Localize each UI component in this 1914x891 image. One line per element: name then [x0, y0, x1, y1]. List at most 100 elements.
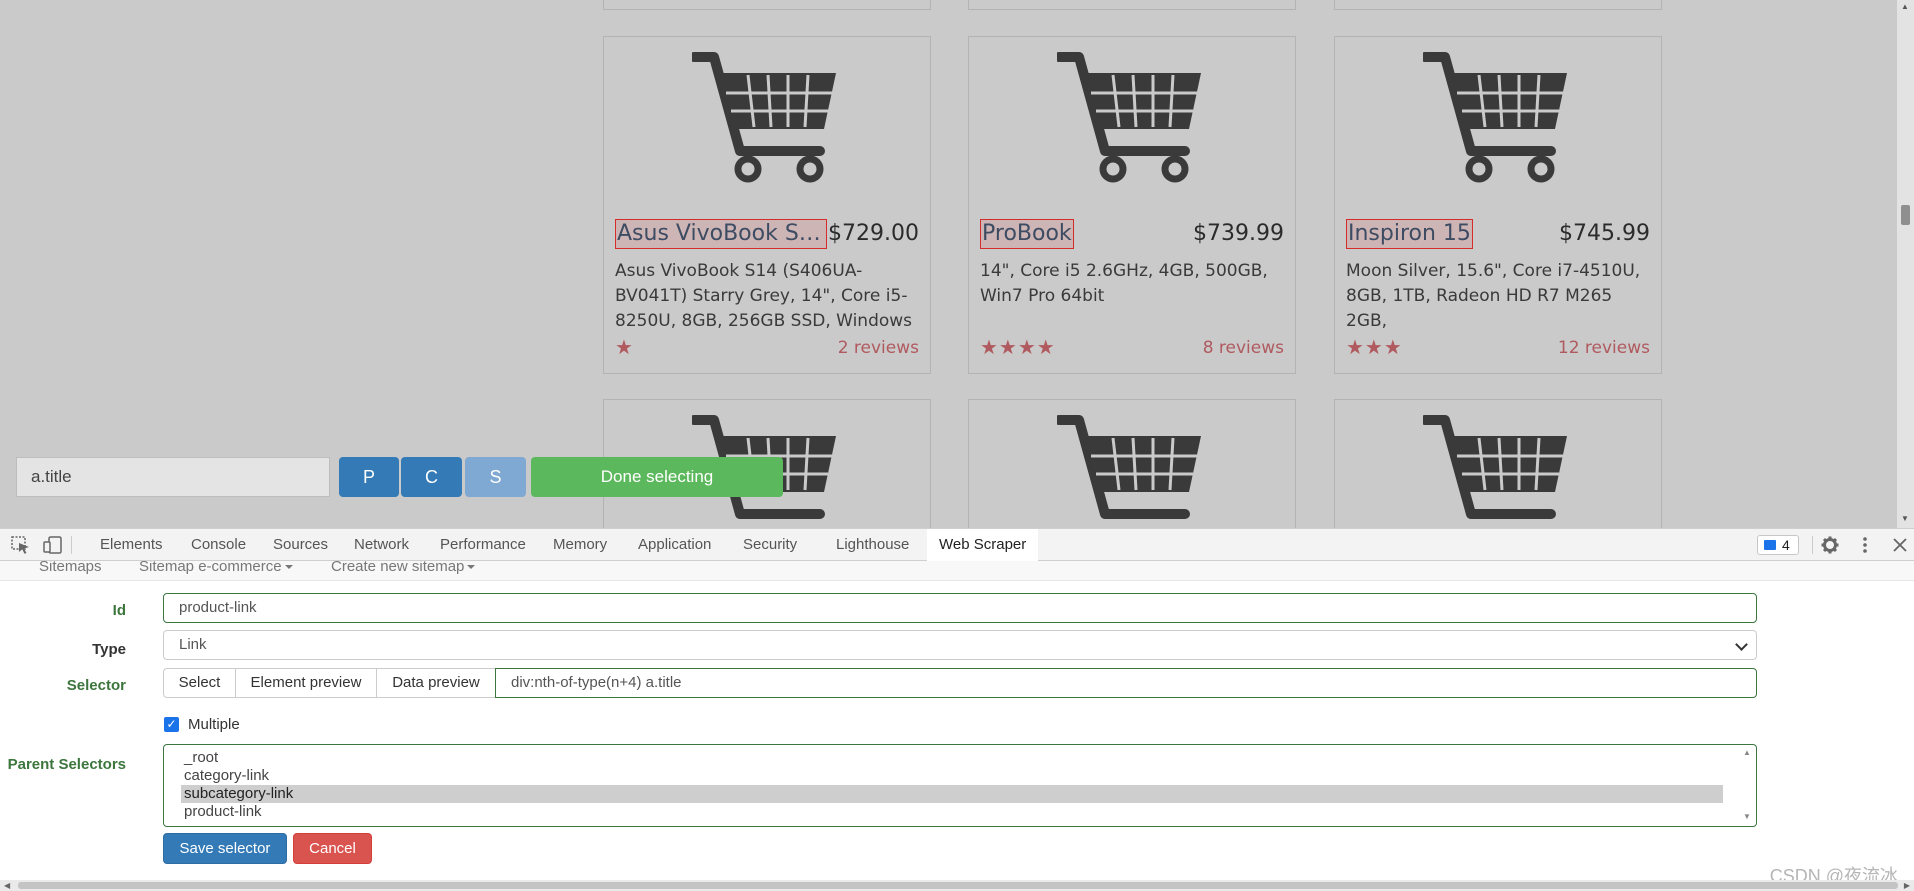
parent-option[interactable]: product-link: [181, 803, 1723, 821]
shopping-cart-icon: [1423, 415, 1567, 519]
multiple-checkbox[interactable]: ✓: [164, 717, 179, 732]
tab-application[interactable]: Application: [626, 529, 723, 561]
review-count: 12 reviews: [1557, 338, 1650, 358]
cancel-button[interactable]: Cancel: [293, 833, 372, 864]
nav-sitemap-menu[interactable]: Sitemap e-commerce: [139, 561, 293, 575]
parent-option[interactable]: _root: [181, 749, 1723, 767]
tab-console[interactable]: Console: [179, 529, 258, 561]
done-selecting-button[interactable]: Done selecting: [531, 457, 783, 497]
product-card: Inspiron 15 $745.99 Moon Silver, 15.6", …: [1334, 36, 1662, 374]
tab-lighthouse[interactable]: Lighthouse: [824, 529, 921, 561]
scroll-up-arrow-icon[interactable]: ▲: [1743, 748, 1751, 757]
selector-label: Selector: [66, 677, 126, 694]
issues-badge[interactable]: 4: [1757, 535, 1799, 555]
product-title-link[interactable]: Asus VivoBook S1...: [615, 219, 827, 249]
save-selector-button[interactable]: Save selector: [163, 833, 287, 864]
card-title-row: Inspiron 15 $745.99: [1346, 219, 1650, 249]
horizontal-scrollbar[interactable]: ◀ ▶: [0, 880, 1914, 891]
toolbar-divider: [71, 536, 72, 554]
selector-field[interactable]: div:nth-of-type(n+4) a.title: [495, 668, 1757, 698]
rating-stars: ★: [615, 337, 634, 359]
review-count: 2 reviews: [837, 338, 919, 358]
product-card-partial: [1334, 0, 1662, 10]
product-card: ProBook $739.99 14", Core i5 2.6GHz, 4GB…: [968, 36, 1296, 374]
tab-network[interactable]: Network: [342, 529, 421, 561]
tab-web-scraper[interactable]: Web Scraper: [927, 529, 1039, 561]
scroll-down-arrow-icon[interactable]: ▼: [1743, 812, 1751, 821]
parent-option-selected[interactable]: subcategory-link: [181, 785, 1723, 803]
caret-down-icon: [284, 565, 293, 570]
listbox-scrollbar[interactable]: ▲ ▼: [1741, 748, 1753, 823]
caret-down-icon: [467, 565, 476, 570]
scroll-down-arrow-icon[interactable]: ▼: [1901, 514, 1909, 523]
product-card-partial: [1334, 399, 1662, 528]
select-child-button[interactable]: C: [401, 457, 462, 497]
shopping-cart-icon: [1057, 415, 1201, 519]
nav-sitemap-menu-label: Sitemap e-commerce: [139, 561, 282, 575]
scroll-right-arrow-icon[interactable]: ▶: [1904, 881, 1910, 890]
select-element-button[interactable]: Select: [163, 668, 236, 698]
data-preview-button[interactable]: Data preview: [376, 668, 496, 698]
product-card-partial: [968, 399, 1296, 528]
parent-selectors-listbox[interactable]: _root category-link subcategory-link pro…: [163, 744, 1757, 827]
selector-input-group: Select Element preview Data preview div:…: [163, 668, 1757, 698]
message-icon: [1764, 540, 1776, 550]
web-page-viewport: Asus VivoBook S1... $729.00 Asus VivoBoo…: [0, 0, 1914, 528]
scrollbar-thumb[interactable]: [18, 882, 1898, 889]
selection-toolbar: a.title P C S Done selecting: [12, 453, 787, 502]
scroll-up-arrow-icon[interactable]: ▲: [1901, 2, 1909, 11]
type-select[interactable]: Link: [163, 630, 1757, 660]
parent-selectors-label: Parent Selectors: [7, 756, 126, 773]
parent-option[interactable]: category-link: [181, 767, 1723, 785]
device-toggle-icon[interactable]: [43, 536, 63, 554]
card-title-row: Asus VivoBook S1... $729.00: [615, 219, 919, 249]
tab-security[interactable]: Security: [731, 529, 809, 561]
rating-stars: ★★★: [1346, 337, 1403, 359]
product-title-link[interactable]: Inspiron 15: [1346, 219, 1473, 249]
id-field[interactable]: product-link: [163, 593, 1757, 623]
close-icon[interactable]: [1890, 536, 1910, 554]
card-title-row: ProBook $739.99: [980, 219, 1284, 249]
select-sibling-button[interactable]: S: [465, 457, 526, 497]
element-preview-button[interactable]: Element preview: [235, 668, 377, 698]
issues-count: 4: [1782, 537, 1790, 553]
web-scraper-panel: Sitemaps Sitemap e-commerce Create new s…: [0, 561, 1914, 891]
tab-performance[interactable]: Performance: [428, 529, 538, 561]
tab-sources[interactable]: Sources: [261, 529, 340, 561]
tab-elements[interactable]: Elements: [88, 529, 175, 561]
review-count: 8 reviews: [1202, 338, 1284, 358]
rating-stars: ★★★★: [980, 337, 1056, 359]
nav-create-sitemap[interactable]: Create new sitemap: [331, 561, 476, 575]
product-price: $729.00: [828, 221, 919, 246]
selected-css-selector-input[interactable]: a.title: [16, 457, 330, 497]
select-parent-button[interactable]: P: [339, 457, 399, 497]
product-price: $745.99: [1559, 221, 1650, 246]
type-select-value: Link: [179, 636, 207, 653]
nav-create-sitemap-label: Create new sitemap: [331, 561, 465, 575]
chevron-down-icon: [1735, 638, 1748, 651]
scrollbar-thumb[interactable]: [1901, 205, 1910, 225]
product-title-link[interactable]: ProBook: [980, 219, 1074, 249]
scroll-left-arrow-icon[interactable]: ◀: [4, 881, 10, 890]
devtools-toolbar: Elements Console Sources Network Perform…: [0, 528, 1914, 561]
multiple-label: Multiple: [188, 716, 240, 733]
page-scrollbar[interactable]: ▲ ▼: [1897, 0, 1914, 528]
product-description: Moon Silver, 15.6", Core i7-4510U, 8GB, …: [1346, 261, 1641, 331]
product-description: 14", Core i5 2.6GHz, 4GB, 500GB, Win7 Pr…: [980, 261, 1268, 306]
tab-memory[interactable]: Memory: [541, 529, 619, 561]
inspect-element-icon[interactable]: [11, 536, 31, 554]
toolbar-divider: [1812, 536, 1813, 554]
product-card-partial: [968, 0, 1296, 10]
gear-icon[interactable]: [1820, 536, 1840, 554]
shopping-cart-icon: [1057, 52, 1201, 183]
product-price: $739.99: [1193, 221, 1284, 246]
product-description: Asus VivoBook S14 (S406UA-BV041T) Starry…: [615, 261, 913, 331]
scraper-navbar: Sitemaps Sitemap e-commerce Create new s…: [0, 561, 1914, 581]
more-options-icon[interactable]: [1855, 536, 1875, 554]
shopping-cart-icon: [692, 52, 836, 183]
nav-sitemaps[interactable]: Sitemaps: [39, 561, 102, 575]
type-label: Type: [92, 641, 126, 658]
id-label: Id: [112, 602, 126, 619]
shopping-cart-icon: [1423, 52, 1567, 183]
product-card-partial: [603, 0, 931, 10]
